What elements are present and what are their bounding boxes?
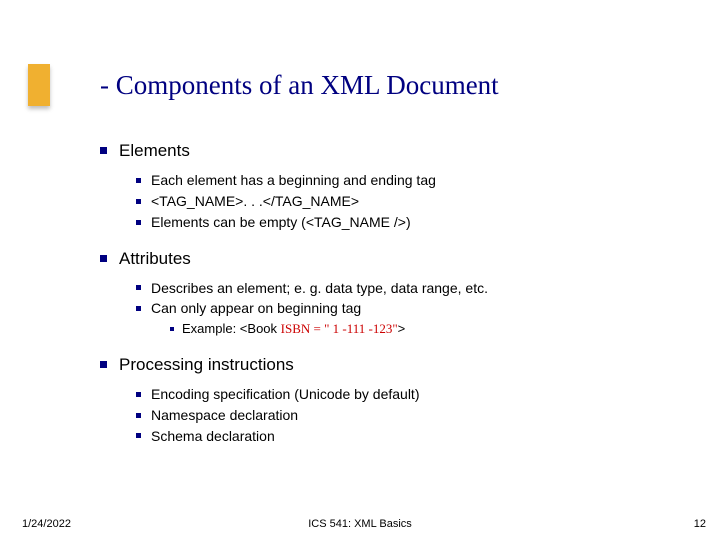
bullet-icon [136,178,141,183]
subitem-suffix: > [398,321,406,336]
item-text: Each element has a beginning and ending … [151,172,436,188]
footer-course: ICS 541: XML Basics [0,518,720,530]
accent-bar [28,64,50,106]
bullet-icon [136,306,141,311]
section-heading-elements: Elements [100,140,680,163]
list-item: Elements can be empty (<TAG_NAME />) [136,213,680,232]
bullet-icon [100,361,107,368]
bullet-icon [136,199,141,204]
item-text: Namespace declaration [151,407,298,423]
bullet-icon [136,433,141,438]
subitem-highlight: ISBN = " 1 -111 -123" [281,321,398,336]
item-text: Encoding specification (Unicode by defau… [151,386,420,402]
section-heading-attributes: Attributes [100,248,680,271]
slide-title: - Components of an XML Document [100,70,499,101]
list-item: Encoding specification (Unicode by defau… [136,385,680,404]
item-text: Schema declaration [151,428,275,444]
heading-text: Attributes [119,249,191,268]
bullet-icon [170,327,174,331]
section-heading-processing: Processing instructions [100,354,680,377]
list-item: Describes an element; e. g. data type, d… [136,279,680,298]
heading-text: Processing instructions [119,355,294,374]
list-item: Each element has a beginning and ending … [136,171,680,190]
slide: - Components of an XML Document Elements… [0,0,720,540]
footer-page-number: 12 [694,518,706,530]
list-item: Can only appear on beginning tag [136,299,680,318]
heading-text: Elements [119,141,190,160]
bullet-icon [136,220,141,225]
list-item: Schema declaration [136,427,680,446]
list-item: Namespace declaration [136,406,680,425]
item-text: Elements can be empty (<TAG_NAME />) [151,214,411,230]
slide-content: Elements Each element has a beginning an… [100,140,680,447]
list-subitem: Example: <Book ISBN = " 1 -111 -123"> [170,320,680,338]
bullet-icon [136,285,141,290]
subitem-prefix: Example: <Book [182,321,281,336]
bullet-icon [100,147,107,154]
bullet-icon [136,392,141,397]
item-text: <TAG_NAME>. . .</TAG_NAME> [151,193,359,209]
list-item: <TAG_NAME>. . .</TAG_NAME> [136,192,680,211]
bullet-icon [136,413,141,418]
item-text: Can only appear on beginning tag [151,300,361,316]
item-text: Describes an element; e. g. data type, d… [151,280,488,296]
bullet-icon [100,255,107,262]
